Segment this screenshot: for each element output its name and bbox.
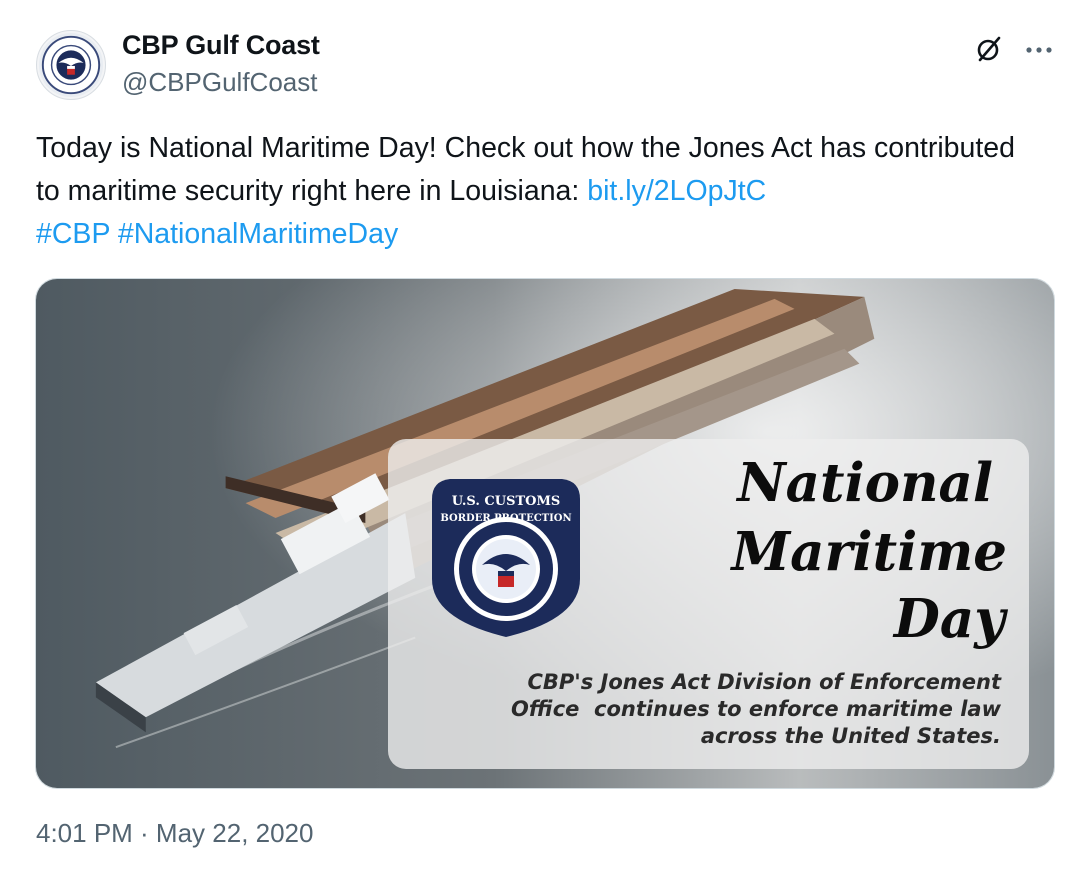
hashtag-cbp[interactable]: #CBP xyxy=(36,218,110,250)
title-line-3: Day xyxy=(893,588,1005,650)
tweet-text: Today is National Maritime Day! Check ou… xyxy=(36,127,1046,256)
tweet-card: CBP Gulf Coast @CBPGulfCoast Today is Na… xyxy=(0,0,1086,876)
tweet-text-body: Today is National Maritime Day! Check ou… xyxy=(36,132,1015,207)
svg-text:BORDER PROTECTION: BORDER PROTECTION xyxy=(440,513,571,524)
grok-slash-icon[interactable] xyxy=(974,34,1004,64)
caption-overlay: U.S. CUSTOMS BORDER PROTECTION National … xyxy=(388,439,1029,769)
hashtag-national-maritime-day[interactable]: #NationalMaritimeDay xyxy=(118,218,398,250)
tweet-media-image[interactable]: U.S. CUSTOMS BORDER PROTECTION National … xyxy=(35,278,1055,789)
cbp-seal-icon xyxy=(38,32,104,98)
title-line-1: National xyxy=(737,452,993,514)
tweet-timestamp[interactable]: 4:01 PM · May 22, 2020 xyxy=(36,818,313,849)
title-line-2: Maritime xyxy=(731,521,1007,583)
author-display-name[interactable]: CBP Gulf Coast xyxy=(122,30,320,61)
svg-text:U.S. CUSTOMS: U.S. CUSTOMS xyxy=(452,494,561,509)
cbp-badge-icon: U.S. CUSTOMS BORDER PROTECTION xyxy=(432,479,580,637)
more-dots-icon[interactable] xyxy=(1022,34,1056,64)
caption-subtitle: CBP's Jones Act Division of Enforcement … xyxy=(510,670,1001,748)
avatar[interactable] xyxy=(36,30,106,100)
author-handle[interactable]: @CBPGulfCoast xyxy=(122,67,317,98)
tweet-link[interactable]: bit.ly/2LOpJtC xyxy=(587,175,766,207)
